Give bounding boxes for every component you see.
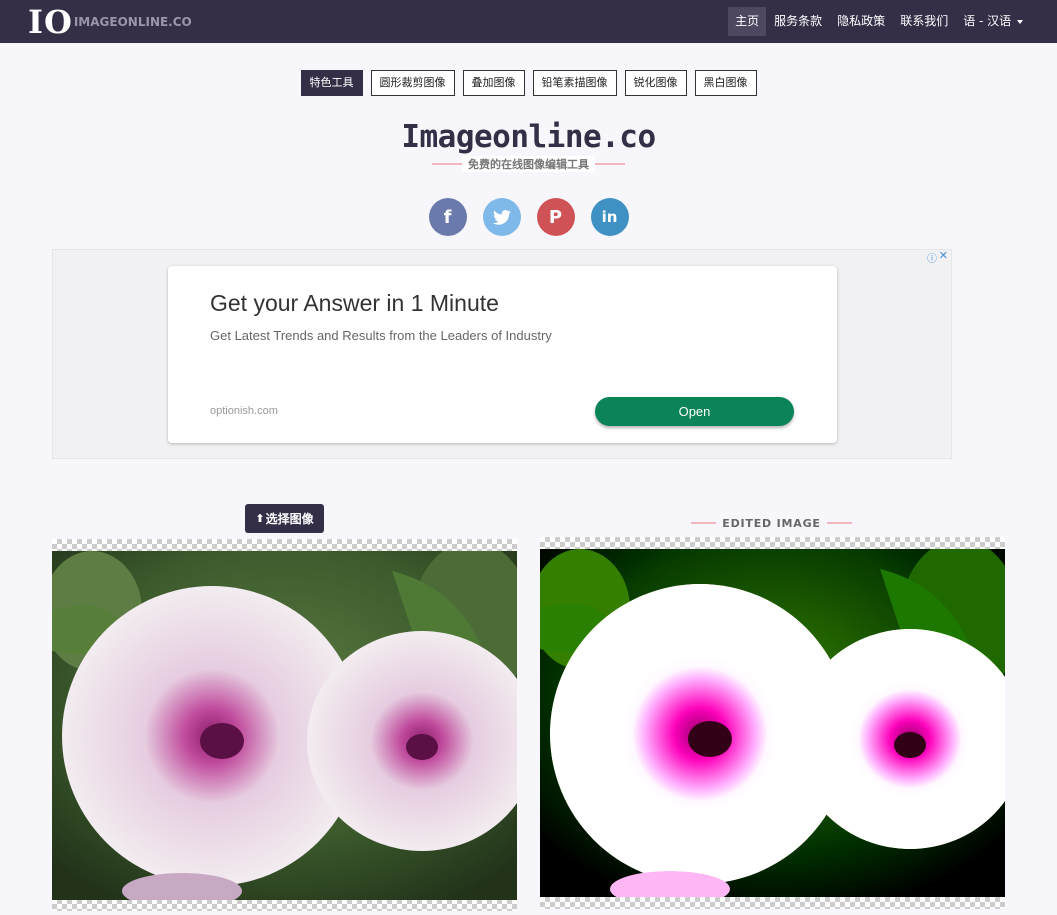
edited-image-panel [540, 537, 1005, 909]
facebook-icon[interactable]: f [428, 198, 467, 236]
twitter-bird-icon [492, 209, 511, 225]
nav-home[interactable]: 主页 [728, 7, 767, 36]
choose-image-label: 选择图像 [265, 512, 314, 526]
tool-sharpen[interactable]: 锐化图像 [624, 70, 687, 96]
tool-button-row: 特色工具 圆形裁剪图像 叠加图像 铅笔素描图像 锐化图像 黑白图像 [0, 70, 1057, 96]
nav-links: 主页 服务条款 隐私政策 联系我们 语 - 汉语 [727, 7, 1030, 36]
pinterest-glyph: P [548, 206, 563, 228]
divider-line [826, 522, 853, 524]
advertisement-banner: ⓘ ✕ Get your Answer in 1 Minute Get Late… [52, 249, 952, 459]
top-navbar: IO IMAGEONLINE.CO 主页 服务条款 隐私政策 联系我们 语 - … [0, 0, 1057, 43]
linkedin-icon[interactable]: in [590, 198, 629, 236]
divider-line [595, 163, 625, 165]
ad-domain[interactable]: optionish.com [210, 405, 278, 417]
nav-language-dropdown[interactable]: 语 - 汉语 [956, 7, 1030, 36]
nav-terms[interactable]: 服务条款 [767, 7, 829, 36]
tool-black-white[interactable]: 黑白图像 [694, 70, 757, 96]
original-flower-image [52, 551, 517, 900]
ad-card[interactable]: Get your Answer in 1 Minute Get Latest T… [168, 266, 837, 443]
site-logo[interactable]: IO IMAGEONLINE.CO [28, 4, 192, 40]
original-image-panel[interactable] [52, 539, 517, 911]
page-subtitle: 免费的在线图像编辑工具 [432, 156, 625, 172]
nav-contact[interactable]: 联系我们 [893, 7, 955, 36]
facebook-glyph: f [443, 206, 452, 228]
logo-text: IMAGEONLINE.CO [73, 15, 192, 29]
language-label: 语 - 汉语 [963, 14, 1012, 28]
subtitle-text: 免费的在线图像编辑工具 [462, 156, 595, 172]
ad-info-icon[interactable]: ⓘ [927, 250, 937, 265]
logo-mark: IO [28, 3, 73, 41]
flower-photo-edited [540, 549, 1005, 897]
page-title: Imageonline.co [401, 119, 656, 155]
divider-line [691, 522, 717, 524]
chevron-down-icon [1017, 19, 1023, 24]
ad-description: Get Latest Trends and Results from the L… [210, 328, 552, 343]
divider-line [432, 163, 462, 165]
ad-open-button[interactable]: Open [595, 397, 794, 426]
social-share-row: f P in [0, 198, 1057, 236]
upload-icon: ⬆ [255, 512, 265, 525]
linkedin-glyph: in [601, 208, 618, 226]
tool-overlay[interactable]: 叠加图像 [462, 70, 525, 96]
pinterest-icon[interactable]: P [536, 198, 575, 236]
ad-title[interactable]: Get your Answer in 1 Minute [210, 290, 499, 317]
tool-circle-crop[interactable]: 圆形裁剪图像 [370, 70, 455, 96]
edited-flower-image [540, 549, 1005, 897]
twitter-icon[interactable] [482, 198, 521, 236]
flower-photo-original [52, 551, 517, 900]
nav-privacy[interactable]: 隐私政策 [830, 7, 892, 36]
edited-image-label: EDITED IMAGE [716, 516, 827, 530]
tool-featured[interactable]: 特色工具 [300, 70, 363, 96]
edited-image-heading: EDITED IMAGE [691, 514, 853, 532]
tool-pencil-sketch[interactable]: 铅笔素描图像 [532, 70, 617, 96]
choose-image-button[interactable]: ⬆ 选择图像 [245, 504, 324, 533]
close-icon[interactable]: ✕ [939, 249, 948, 262]
